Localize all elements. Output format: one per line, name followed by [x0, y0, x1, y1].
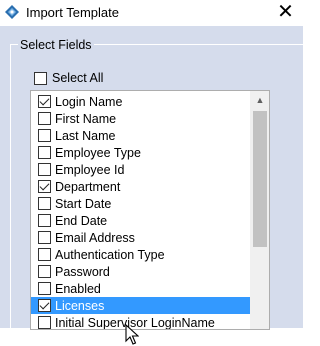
- field-checkbox[interactable]: [38, 282, 51, 295]
- field-item[interactable]: Enabled: [31, 280, 251, 297]
- field-item[interactable]: First Name: [31, 110, 251, 127]
- field-label: Password: [55, 264, 110, 279]
- scroll-up-button[interactable]: ▲: [250, 91, 269, 108]
- fields-list: Login Name First Name Last Name Employee Ty…: [31, 93, 251, 329]
- select-all-label[interactable]: Select All: [52, 71, 103, 85]
- field-checkbox[interactable]: [38, 214, 51, 227]
- field-checkbox[interactable]: [38, 146, 51, 159]
- field-item[interactable]: Login Name: [31, 93, 251, 110]
- field-checkbox[interactable]: [38, 316, 51, 329]
- field-checkbox[interactable]: [38, 265, 51, 278]
- field-checkbox[interactable]: [38, 95, 51, 108]
- field-label: First Name: [55, 111, 117, 126]
- field-label: End Date: [55, 213, 108, 228]
- app-icon: [5, 5, 19, 19]
- field-checkbox[interactable]: [38, 248, 51, 261]
- select-all-checkbox[interactable]: Select All: [34, 70, 103, 86]
- field-item[interactable]: Employee Type: [31, 144, 251, 161]
- close-icon[interactable]: ✕: [277, 2, 294, 22]
- import-template-window: Import Template ✕ Select Fields Select A…: [0, 0, 303, 345]
- scroll-thumb[interactable]: [253, 111, 267, 247]
- fields-listbox[interactable]: Login Name First Name Last Name Employee Ty…: [30, 90, 270, 330]
- dialog-body: Select Fields Select All Login Name First…: [0, 26, 303, 345]
- field-label: Start Date: [55, 196, 112, 211]
- field-checkbox[interactable]: [38, 231, 51, 244]
- window-title: Import Template: [26, 5, 119, 20]
- field-label: Department: [55, 179, 121, 194]
- field-item[interactable]: Authentication Type: [31, 246, 251, 263]
- field-item[interactable]: Email Address: [31, 229, 251, 246]
- mouse-cursor-icon: [125, 324, 139, 345]
- field-item[interactable]: Employee Id: [31, 161, 251, 178]
- title-bar[interactable]: Import Template ✕: [0, 0, 303, 26]
- field-item[interactable]: Password: [31, 263, 251, 280]
- field-item[interactable]: Licenses: [31, 297, 251, 314]
- field-item[interactable]: Department: [31, 178, 251, 195]
- field-checkbox[interactable]: [38, 129, 51, 142]
- field-checkbox[interactable]: [38, 112, 51, 125]
- group-title: Select Fields: [18, 38, 94, 52]
- field-label: Licenses: [55, 298, 105, 313]
- field-label: Authentication Type: [55, 247, 165, 262]
- field-label: Enabled: [55, 281, 101, 296]
- select-all-checkbox-box[interactable]: [34, 71, 47, 85]
- field-label: Login Name: [55, 94, 123, 109]
- field-label: Employee Id: [55, 162, 125, 177]
- field-item[interactable]: Last Name: [31, 127, 251, 144]
- close-button[interactable]: ✕: [268, 0, 303, 24]
- field-checkbox[interactable]: [38, 163, 51, 176]
- field-item[interactable]: End Date: [31, 212, 251, 229]
- field-label: Email Address: [55, 230, 135, 245]
- field-checkbox[interactable]: [38, 197, 51, 210]
- field-checkbox[interactable]: [38, 180, 51, 193]
- field-item[interactable]: Start Date: [31, 195, 251, 212]
- chevron-up-icon[interactable]: ▲: [256, 95, 265, 105]
- vertical-scrollbar[interactable]: ▲: [250, 91, 269, 329]
- field-checkbox[interactable]: [38, 299, 51, 312]
- field-label: Employee Type: [55, 145, 141, 160]
- field-label: Last Name: [55, 128, 116, 143]
